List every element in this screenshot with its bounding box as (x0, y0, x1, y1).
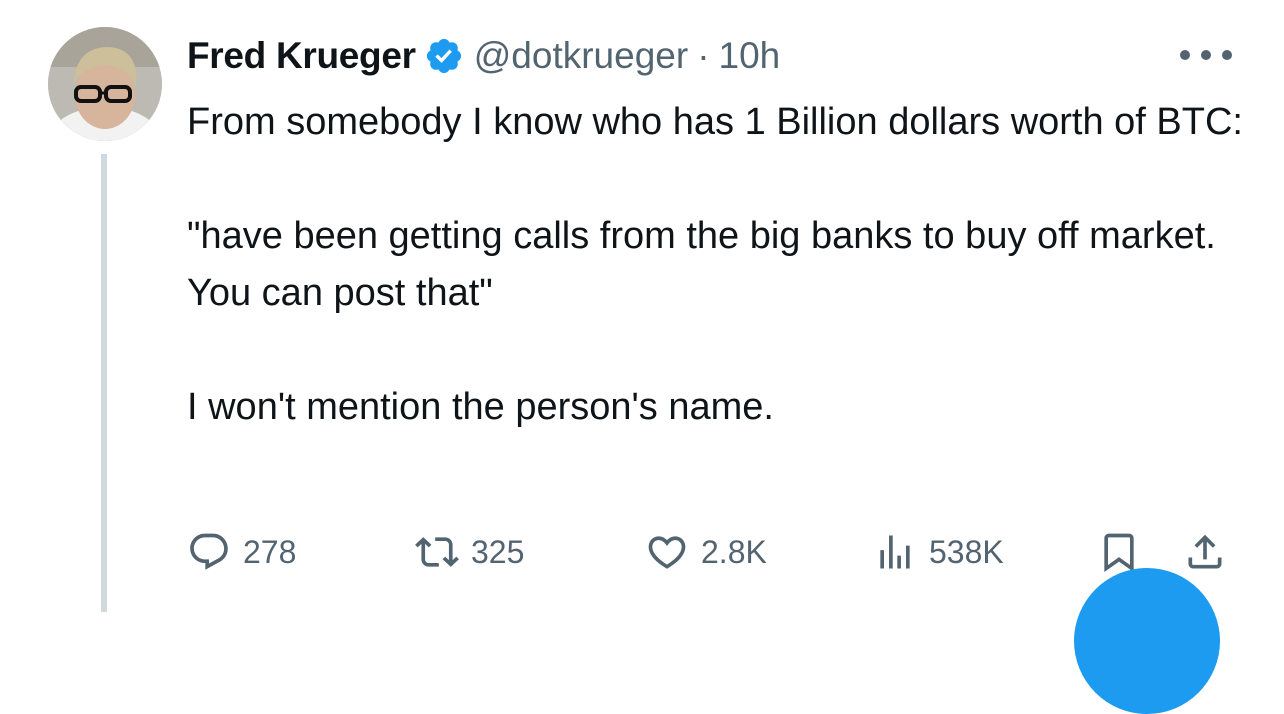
views-count: 538K (929, 533, 1004, 570)
views-button[interactable]: 538K (873, 528, 1004, 576)
share-icon (1188, 534, 1222, 569)
reply-icon (190, 533, 228, 570)
author-avatar[interactable] (48, 27, 162, 141)
reply-button[interactable]: 278 (187, 528, 296, 576)
repost-count: 325 (471, 533, 525, 570)
header-separator: · (697, 35, 710, 76)
more-dot (1180, 50, 1190, 60)
bookmark-icon (1104, 533, 1134, 573)
tweet-paragraph: I won't mention the person's name. (187, 386, 774, 428)
tweet-paragraph: "have been getting calls from the big ba… (187, 215, 1216, 314)
tweet-header: Fred Krueger @dotkrueger · 10h (187, 30, 780, 82)
more-dot (1222, 50, 1232, 60)
repost-button[interactable]: 325 (415, 528, 524, 576)
verified-icon[interactable] (424, 36, 464, 76)
thread-line (101, 154, 107, 612)
reply-count: 278 (243, 533, 297, 570)
tweet-timestamp[interactable]: 10h (719, 35, 781, 77)
like-icon (648, 536, 686, 569)
views-icon (880, 535, 910, 569)
author-handle[interactable]: @dotkrueger (474, 35, 688, 77)
more-dot (1201, 50, 1211, 60)
like-count: 2.8K (701, 533, 767, 570)
tweet-actions: 278 325 2.8K 538K (187, 528, 1237, 576)
share-button[interactable] (1183, 528, 1227, 576)
tweet-text: From somebody I know who has 1 Billion d… (187, 94, 1247, 436)
more-icon[interactable] (1180, 38, 1232, 72)
compose-button[interactable] (1074, 568, 1220, 714)
repost-icon (415, 537, 459, 567)
tweet-paragraph: From somebody I know who has 1 Billion d… (187, 101, 1243, 143)
author-name[interactable]: Fred Krueger (187, 35, 416, 77)
like-button[interactable]: 2.8K (645, 528, 767, 576)
